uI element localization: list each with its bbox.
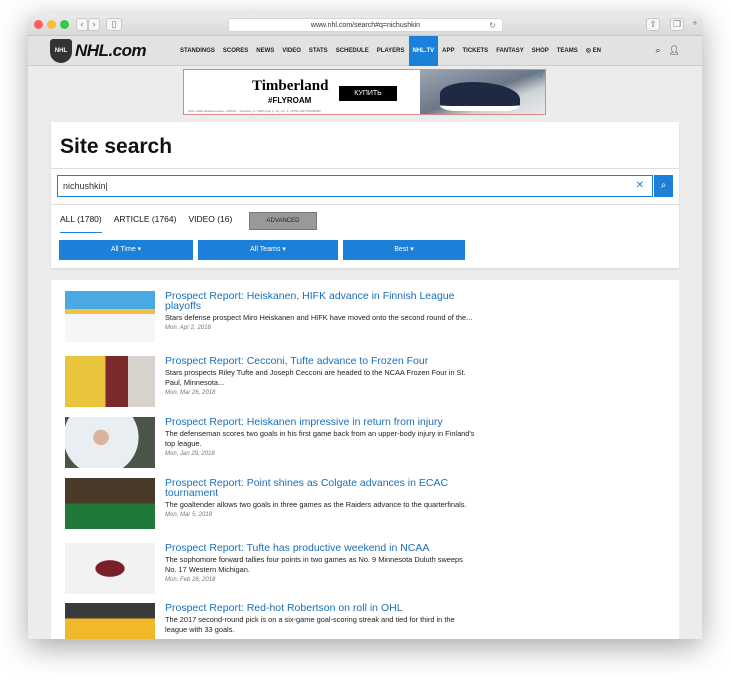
result-description: The defenseman scores two goals in his f… — [165, 429, 475, 448]
sort-dropdown[interactable]: Best ▾ — [343, 240, 465, 260]
tab-video[interactable]: VIDEO (16) — [188, 214, 232, 233]
result-thumbnail[interactable] — [65, 543, 155, 594]
close-button[interactable] — [34, 20, 43, 29]
nav-app[interactable]: APP — [438, 36, 458, 66]
tabs-icon[interactable]: ❐ — [670, 18, 684, 31]
tab-article[interactable]: ARTICLE (1764) — [114, 214, 177, 233]
nhl-shield-icon: NHL — [50, 39, 72, 63]
nav-news[interactable]: NEWS — [252, 36, 278, 66]
result-title-link[interactable]: Prospect Report: Tufte has productive we… — [165, 543, 475, 554]
page-title: Site search — [60, 135, 173, 158]
advertisement-banner[interactable]: Timberland #FLYROAM КУПИТЬ ЗАО «ИНН Джам… — [183, 69, 546, 115]
nav-stats[interactable]: STATS — [305, 36, 332, 66]
result-thumbnail[interactable] — [65, 417, 155, 468]
result-description: The goaltender allows two goals in three… — [165, 500, 467, 509]
result-description: Stars prospects Riley Tufte and Joseph C… — [165, 368, 466, 387]
result-description: Stars defense prospect Miro Heiskanen an… — [165, 313, 473, 322]
browser-window: ‹ › ▯ www.nhl.com/search#q=nichushkin ↻ ⇧… — [28, 14, 702, 639]
result-description: The 2017 second-round pick is on a six-g… — [165, 615, 455, 634]
nav-shop[interactable]: SHOP — [528, 36, 553, 66]
search-button[interactable]: ⌕ — [654, 175, 673, 197]
search-icon[interactable]: ⌕ — [656, 45, 661, 56]
result-title-link[interactable]: Prospect Report: Cecconi, Tufte advance … — [165, 356, 475, 367]
result-date: Mon, Mar 5, 2018 — [165, 512, 213, 518]
share-icon[interactable]: ⇧ — [646, 18, 660, 31]
result-title-link[interactable]: Prospect Report: Point shines as Colgate… — [165, 478, 475, 499]
back-icon[interactable]: ‹ — [76, 18, 88, 31]
result-date: Mon, Feb 26, 2018 — [165, 577, 216, 583]
result-thumbnail[interactable] — [65, 291, 155, 342]
result-date: Mon, Apr 2, 2018 — [165, 325, 211, 331]
nav-scores[interactable]: SCORES — [219, 36, 252, 66]
advanced-button[interactable]: ADVANCED — [249, 212, 317, 230]
search-panel: Site search nichushkin| ✕ ⌕ ALL (1780) AR… — [51, 122, 679, 268]
nav-teams[interactable]: TEAMS — [553, 36, 582, 66]
time-filter-dropdown[interactable]: All Time ▾ — [59, 240, 193, 260]
ad-fine-print: ЗАО «ИНН Джамильская», 125022, г. Москва… — [188, 109, 321, 113]
result-date: Mon, Mar 26, 2018 — [165, 390, 216, 396]
logo-text: NHL.com — [75, 41, 147, 60]
reload-icon[interactable]: ↻ — [489, 19, 496, 33]
nav-nhltv[interactable]: NHL.TV — [408, 36, 439, 66]
search-icon: ⌕ — [660, 180, 667, 191]
result-date: Mon, Jan 29, 2018 — [165, 451, 215, 457]
nhl-logo[interactable]: NHL NHL.com — [50, 39, 147, 63]
user-icon[interactable]: 👤︎ — [669, 45, 680, 56]
ad-shoe-image — [420, 70, 545, 114]
nav-tickets[interactable]: TICKETS — [459, 36, 493, 66]
result-thumbnail[interactable] — [65, 603, 155, 639]
minimize-button[interactable] — [47, 20, 56, 29]
nav-video[interactable]: VIDEO — [278, 36, 305, 66]
nav-language[interactable]: ◎ EN — [582, 36, 605, 66]
address-bar[interactable]: www.nhl.com/search#q=nichushkin ↻ — [228, 18, 503, 32]
result-thumbnail[interactable] — [65, 356, 155, 407]
search-input[interactable]: nichushkin| ✕ — [57, 175, 653, 197]
zoom-button[interactable] — [60, 20, 69, 29]
result-thumbnail[interactable] — [65, 478, 155, 529]
ad-close-icon[interactable]: ⓘ✕ — [530, 71, 543, 81]
ad-buy-button[interactable]: КУПИТЬ — [339, 86, 397, 101]
search-query: nichushkin — [63, 181, 106, 191]
title-bar: ‹ › ▯ www.nhl.com/search#q=nichushkin ↻ ⇧… — [28, 14, 702, 36]
nav-schedule[interactable]: SCHEDULE — [332, 36, 373, 66]
nav-fantasy[interactable]: FANTASY — [492, 36, 528, 66]
forward-icon[interactable]: › — [88, 18, 100, 31]
new-tab-icon[interactable]: + — [688, 18, 702, 31]
nav-players[interactable]: PLAYERS — [373, 36, 409, 66]
ad-tagline: #FLYROAM — [268, 96, 312, 105]
result-title-link[interactable]: Prospect Report: Heiskanen, HIFK advance… — [165, 291, 475, 312]
result-description: The sophomore forward tallies four point… — [165, 555, 463, 574]
result-title-link[interactable]: Prospect Report: Red-hot Robertson on ro… — [165, 603, 475, 614]
teams-filter-dropdown[interactable]: All Teams ▾ — [198, 240, 338, 260]
result-title-link[interactable]: Prospect Report: Heiskanen impressive in… — [165, 417, 475, 428]
url-text: www.nhl.com/search#q=nichushkin — [310, 22, 421, 29]
sidebar-icon[interactable]: ▯ — [106, 18, 122, 31]
tab-all[interactable]: ALL (1780) — [60, 214, 102, 233]
results-list: Prospect Report: Heiskanen, HIFK advance… — [51, 280, 679, 639]
clear-icon[interactable]: ✕ — [636, 180, 644, 191]
nav-standings[interactable]: STANDINGS — [176, 36, 219, 66]
nhl-nav: NHL NHL.com STANDINGS SCORES NEWS VIDEO S… — [28, 36, 702, 66]
ad-brand: Timberland — [252, 78, 329, 94]
